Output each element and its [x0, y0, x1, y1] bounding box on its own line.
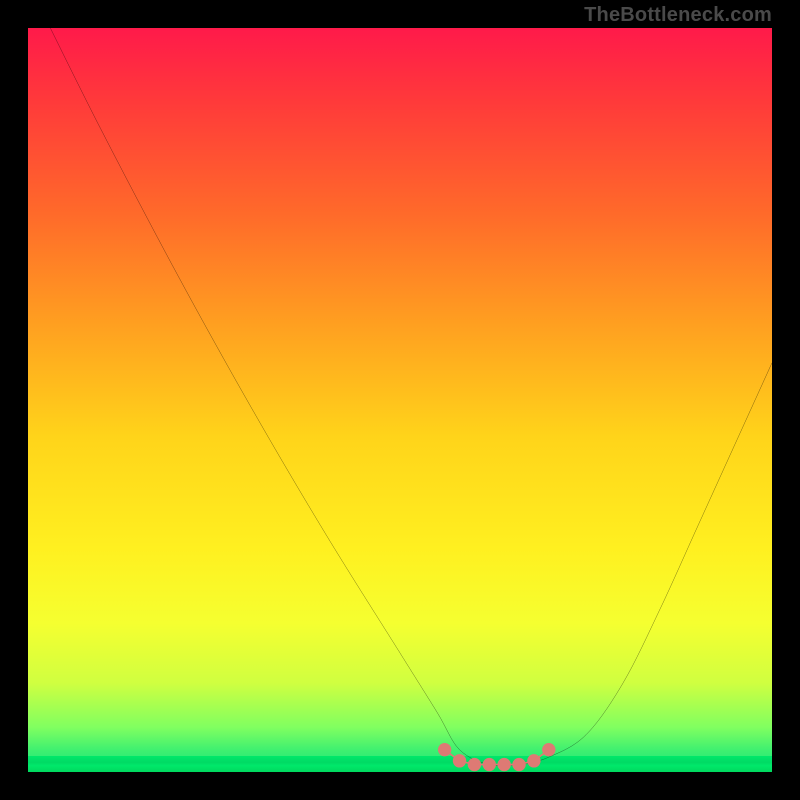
bottleneck-curve	[50, 28, 772, 766]
chart-frame: TheBottleneck.com	[0, 0, 800, 800]
chart-svg	[28, 28, 772, 772]
watermark-text: TheBottleneck.com	[584, 4, 772, 27]
